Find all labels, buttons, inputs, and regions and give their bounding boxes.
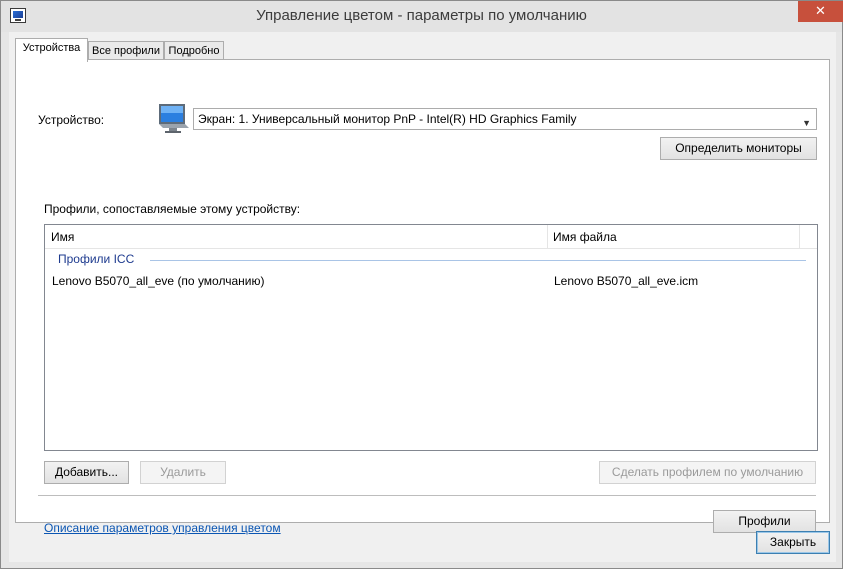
dialog-client-area: Устройства Все профили Подробно Устройст… [9, 32, 836, 562]
device-select-value: Экран: 1. Универсальный монитор PnP - In… [198, 112, 577, 126]
monitor-icon [159, 104, 189, 133]
devices-tab-page: Устройство: Экран: 1. Универсальный мони… [15, 59, 830, 535]
device-label: Устройство: [38, 113, 105, 127]
profiles-button[interactable]: Профили [713, 510, 816, 533]
color-settings-help-link[interactable]: Описание параметров управления цветом [44, 521, 281, 535]
add-profile-button[interactable]: Добавить... [44, 461, 129, 484]
color-management-window: Управление цветом - параметры по умолчан… [0, 0, 843, 569]
chevron-down-icon[interactable]: ▼ [802, 113, 811, 133]
profiles-list[interactable]: Имя Имя файла Профили ICC Lenovo B5070_a… [44, 224, 818, 451]
tab-devices[interactable]: Устройства [15, 38, 88, 62]
profiles-section-label: Профили, сопоставляемые этому устройству… [44, 202, 301, 216]
group-divider [150, 260, 806, 261]
table-row-name[interactable]: Lenovo B5070_all_eve (по умолчанию) [52, 274, 264, 288]
close-button[interactable]: Закрыть [756, 531, 830, 554]
table-row-filename[interactable]: Lenovo B5070_all_eve.icm [554, 274, 698, 288]
group-title-icc[interactable]: Профили ICC [58, 252, 134, 266]
list-header: Имя Имя файла [45, 225, 817, 249]
window-title: Управление цветом - параметры по умолчан… [256, 7, 587, 24]
device-select[interactable]: Экран: 1. Универсальный монитор PnP - In… [193, 108, 817, 130]
column-header-filename[interactable]: Имя файла [547, 225, 799, 249]
title-bar[interactable]: Управление цветом - параметры по умолчан… [1, 1, 843, 32]
column-header-name[interactable]: Имя [45, 225, 547, 249]
set-default-profile-button[interactable]: Сделать профилем по умолчанию [599, 461, 816, 484]
identify-monitors-button[interactable]: Определить мониторы [660, 137, 817, 160]
remove-profile-button[interactable]: Удалить [140, 461, 226, 484]
close-window-button[interactable]: ✕ [798, 1, 843, 22]
